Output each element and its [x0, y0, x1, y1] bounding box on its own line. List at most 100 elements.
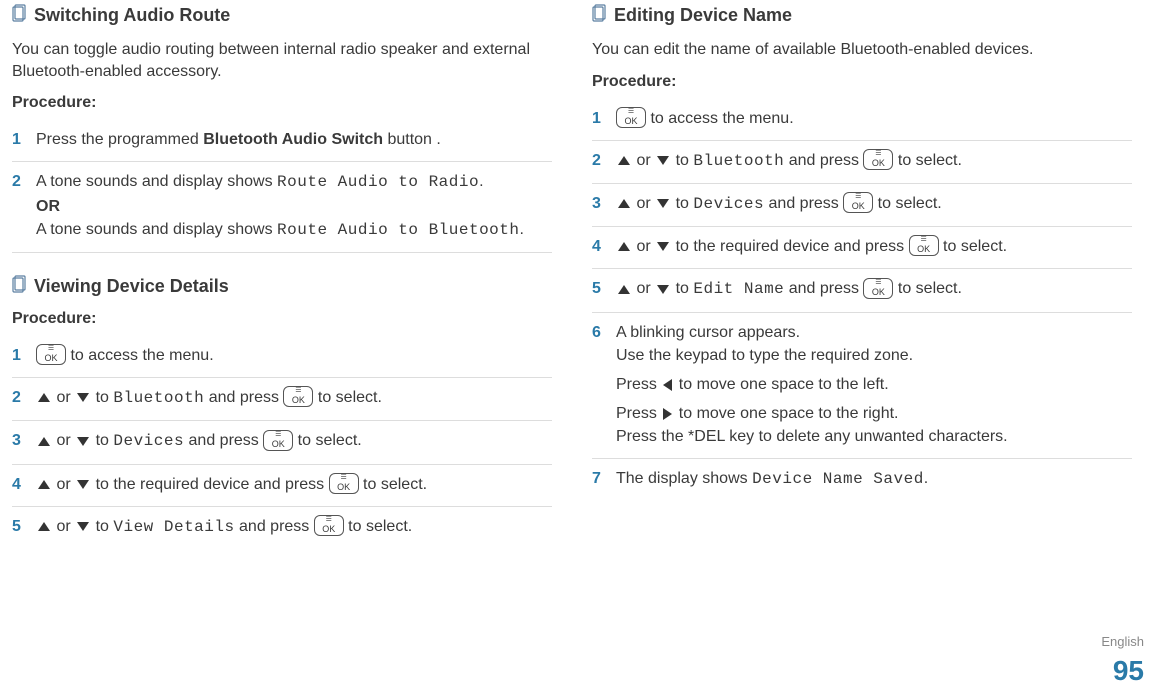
arrow-up-icon: [38, 437, 50, 446]
step-content: or to Bluetooth and press OK to select.: [616, 149, 1132, 173]
step-text: to select.: [893, 280, 961, 297]
step-content: or to the required device and press OK t…: [36, 473, 552, 496]
procedure-label: Procedure:: [12, 310, 552, 328]
display-text: Bluetooth: [113, 389, 204, 407]
step-content: or to View Details and press OK to selec…: [36, 515, 552, 539]
step-text: Use the keypad to type the required zone…: [616, 344, 1132, 367]
step-number: 1: [592, 107, 610, 130]
step-text: to select.: [313, 389, 381, 406]
section-title: Switching Audio Route: [34, 5, 230, 26]
step-number: 4: [12, 473, 30, 496]
step-content: OK to access the menu.: [36, 344, 552, 367]
step-number: 3: [592, 192, 610, 215]
step-bold: Bluetooth Audio Switch: [203, 131, 383, 148]
step-row: 1 OK to access the menu.: [592, 99, 1132, 141]
display-text: Devices: [113, 432, 184, 450]
step-text: or: [52, 476, 75, 493]
intro-text: You can toggle audio routing between int…: [12, 39, 552, 82]
language-label: English: [1101, 634, 1144, 649]
document-stack-icon: [12, 275, 26, 298]
step-text: and press: [784, 280, 863, 297]
step-text: or: [52, 518, 75, 535]
arrow-up-icon: [38, 522, 50, 531]
step-text: to: [91, 389, 113, 406]
step-number: 5: [592, 277, 610, 300]
arrow-up-icon: [618, 242, 630, 251]
step-number: 3: [12, 429, 30, 452]
step-text: or: [52, 432, 75, 449]
section-heading-viewing-details: Viewing Device Details: [12, 275, 552, 298]
section-title: Editing Device Name: [614, 5, 792, 26]
step-row: 7 The display shows Device Name Saved.: [592, 459, 1132, 501]
step-content: OK to access the menu.: [616, 107, 1132, 130]
ok-button-icon: OK: [863, 278, 893, 299]
arrow-down-icon: [657, 285, 669, 294]
step-content: The display shows Device Name Saved.: [616, 467, 1132, 491]
arrow-down-icon: [77, 480, 89, 489]
ok-button-icon: OK: [36, 344, 66, 365]
step-content: or to Devices and press OK to select.: [36, 429, 552, 453]
step-text: to access the menu.: [66, 347, 214, 364]
step-text: Press the programmed: [36, 131, 203, 148]
arrow-down-icon: [657, 199, 669, 208]
step-text: to access the menu.: [646, 110, 794, 127]
step-text: and press: [235, 518, 314, 535]
arrow-up-icon: [38, 480, 50, 489]
step-content: or to Bluetooth and press OK to select.: [36, 386, 552, 410]
step-text: to select.: [359, 476, 427, 493]
display-text: Devices: [693, 195, 764, 213]
step-number: 1: [12, 128, 30, 151]
arrow-down-icon: [657, 242, 669, 251]
procedure-label: Procedure:: [12, 94, 552, 112]
step-text: and press: [184, 432, 263, 449]
arrow-up-icon: [618, 156, 630, 165]
step-text: A tone sounds and display shows: [36, 221, 277, 238]
step-row: 2 or to Bluetooth and press OK to select…: [592, 141, 1132, 184]
step-text: to: [671, 195, 693, 212]
arrow-down-icon: [77, 522, 89, 531]
intro-text: You can edit the name of available Bluet…: [592, 39, 1132, 61]
step-row: 5 or to View Details and press OK to sel…: [12, 507, 552, 549]
step-text: Press the *DEL key to delete any unwante…: [616, 425, 1132, 448]
ok-button-icon: OK: [314, 515, 344, 536]
step-content: A tone sounds and display shows Route Au…: [36, 170, 552, 242]
step-row: 1 Press the programmed Bluetooth Audio S…: [12, 120, 552, 162]
step-row: 1 OK to access the menu.: [12, 336, 552, 378]
step-text: A tone sounds and display shows: [36, 173, 277, 190]
step-text: The display shows: [616, 470, 752, 487]
step-text: or: [632, 152, 655, 169]
arrow-left-icon: [663, 379, 672, 391]
step-text: Press to move one space to the left.: [616, 373, 1132, 396]
step-row: 5 or to Edit Name and press OK to select…: [592, 269, 1132, 312]
arrow-down-icon: [77, 393, 89, 402]
step-text: to: [671, 152, 693, 169]
arrow-down-icon: [657, 156, 669, 165]
step-number: 7: [592, 467, 610, 490]
ok-button-icon: OK: [329, 473, 359, 494]
step-text: and press: [764, 195, 843, 212]
step-text: .: [924, 470, 928, 487]
step-row: 3 or to Devices and press OK to select.: [592, 184, 1132, 227]
step-text: .: [519, 221, 523, 238]
arrow-up-icon: [618, 199, 630, 208]
step-number: 2: [592, 149, 610, 172]
step-text: or: [632, 280, 655, 297]
step-text: to select.: [939, 238, 1007, 255]
step-row: 2 A tone sounds and display shows Route …: [12, 162, 552, 253]
ok-button-icon: OK: [616, 107, 646, 128]
step-content: or to Devices and press OK to select.: [616, 192, 1132, 216]
step-number: 1: [12, 344, 30, 367]
document-stack-icon: [592, 4, 606, 27]
section-heading-switching-audio: Switching Audio Route: [12, 4, 552, 27]
step-text: to select.: [873, 195, 941, 212]
step-text: Press: [616, 376, 661, 393]
step-text: to move one space to the left.: [674, 376, 888, 393]
step-number: 2: [12, 170, 30, 193]
or-label: OR: [36, 195, 552, 218]
step-text: to select.: [293, 432, 361, 449]
step-text: and press: [204, 389, 283, 406]
arrow-up-icon: [38, 393, 50, 402]
section-title: Viewing Device Details: [34, 276, 229, 297]
step-text: button .: [383, 131, 441, 148]
display-text: Route Audio to Radio: [277, 173, 479, 191]
